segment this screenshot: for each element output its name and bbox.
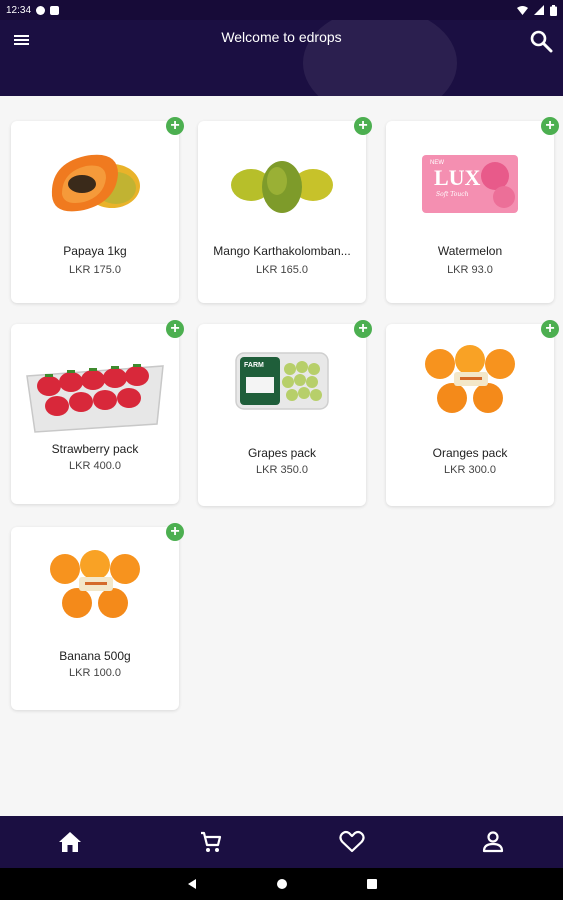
status-time: 12:34 bbox=[6, 4, 32, 16]
account-icon bbox=[482, 831, 503, 853]
nav-favorites[interactable] bbox=[282, 816, 423, 868]
product-price: LKR 400.0 bbox=[69, 460, 121, 472]
notification-icon bbox=[50, 5, 60, 15]
product-price: LKR 175.0 bbox=[69, 264, 121, 276]
product-image-banana bbox=[35, 545, 155, 629]
search-button[interactable] bbox=[526, 26, 556, 56]
product-card[interactable]: FARM Grapes pack LKR 350.0 bbox=[198, 324, 366, 506]
soap-script: Soft Touch bbox=[436, 191, 469, 198]
status-bar: 12:34 bbox=[0, 0, 563, 20]
add-to-cart-button[interactable]: + bbox=[166, 117, 184, 135]
product-name: Strawberry pack bbox=[51, 442, 139, 456]
home-icon bbox=[59, 832, 82, 852]
add-to-cart-button[interactable]: + bbox=[541, 320, 559, 338]
product-grid: Papaya 1kg LKR 175.0 Mango Karthakolomba… bbox=[0, 96, 563, 816]
product-card[interactable]: Papaya 1kg LKR 175.0 bbox=[11, 121, 179, 303]
product-image-oranges bbox=[410, 340, 530, 424]
recents-icon[interactable] bbox=[366, 878, 378, 890]
product-card[interactable]: LUX NEW Soft Touch Watermelon LKR 93.0 bbox=[386, 121, 554, 303]
add-to-cart-button[interactable]: + bbox=[354, 117, 372, 135]
nav-cart[interactable] bbox=[141, 816, 282, 868]
product-image-mango bbox=[222, 139, 342, 229]
product-card[interactable]: Strawberry pack LKR 400.0 bbox=[11, 324, 179, 504]
product-name: Oranges pack bbox=[432, 446, 508, 460]
lux-logo: LUX bbox=[434, 165, 481, 190]
page-title: Welcome to edrops bbox=[221, 29, 342, 45]
product-image-grapes: FARM bbox=[222, 346, 342, 416]
product-image-papaya bbox=[35, 139, 155, 229]
app-bar: Welcome to edrops bbox=[0, 20, 563, 96]
wifi-icon bbox=[517, 5, 528, 15]
product-name: Banana 500g bbox=[59, 649, 131, 663]
favorite-icon bbox=[339, 830, 365, 853]
nav-home[interactable] bbox=[0, 816, 141, 868]
new-badge: NEW bbox=[430, 160, 444, 166]
add-to-cart-button[interactable]: + bbox=[541, 117, 559, 135]
product-price: LKR 300.0 bbox=[444, 464, 496, 476]
add-to-cart-button[interactable]: + bbox=[166, 523, 184, 541]
farm-label: FARM bbox=[244, 362, 264, 369]
product-card[interactable]: Mango Karthakolomban... LKR 165.0 bbox=[198, 121, 366, 303]
product-price: LKR 350.0 bbox=[256, 464, 308, 476]
notification-icon bbox=[36, 5, 46, 15]
product-price: LKR 100.0 bbox=[69, 667, 121, 679]
bottom-navigation bbox=[0, 816, 563, 868]
product-name: Watermelon bbox=[437, 244, 503, 258]
product-card[interactable]: Oranges pack LKR 300.0 bbox=[386, 324, 554, 506]
product-price: LKR 93.0 bbox=[447, 264, 493, 276]
product-name: Papaya 1kg bbox=[63, 244, 127, 258]
product-image-watermelon: LUX NEW Soft Touch bbox=[410, 139, 530, 229]
product-card[interactable]: Banana 500g LKR 100.0 bbox=[11, 527, 179, 710]
system-navigation-bar bbox=[0, 868, 563, 900]
back-icon[interactable] bbox=[186, 878, 198, 890]
battery-icon bbox=[550, 4, 557, 16]
product-price: LKR 165.0 bbox=[256, 264, 308, 276]
search-icon bbox=[530, 30, 553, 53]
nav-account[interactable] bbox=[422, 816, 563, 868]
cart-icon bbox=[201, 831, 222, 852]
add-to-cart-button[interactable]: + bbox=[354, 320, 372, 338]
signal-icon bbox=[534, 5, 544, 15]
product-image-strawberry bbox=[21, 336, 169, 436]
product-name: Mango Karthakolomban... bbox=[213, 244, 351, 258]
product-name: Grapes pack bbox=[247, 446, 317, 460]
home-circle-icon[interactable] bbox=[276, 878, 288, 890]
add-to-cart-button[interactable]: + bbox=[166, 320, 184, 338]
